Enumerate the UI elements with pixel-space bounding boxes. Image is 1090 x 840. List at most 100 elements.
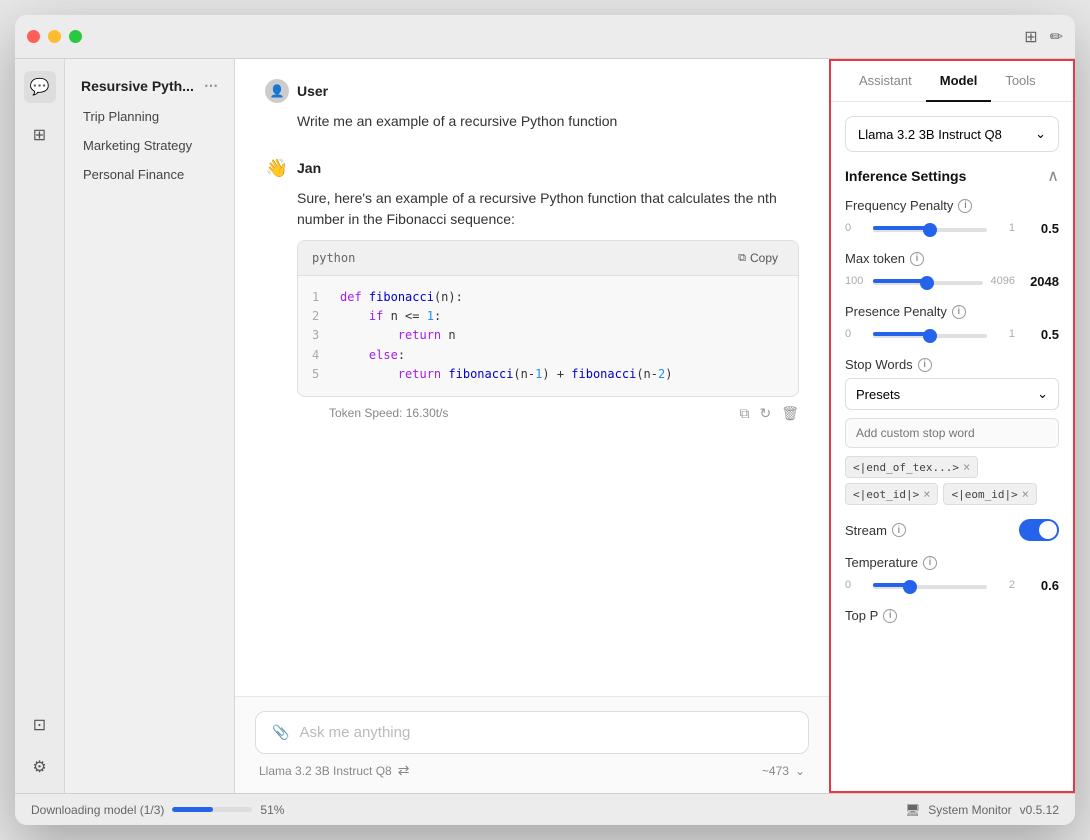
tab-model[interactable]: Model <box>926 61 992 102</box>
stream-toggle[interactable] <box>1019 519 1059 541</box>
chevron-down-icon: ⌄ <box>1035 126 1046 142</box>
stop-words-setting: Stop Words i Presets ⌄ <|end_of_tex...> … <box>845 357 1059 505</box>
title-bar-actions: ⊞ ✏ <box>1024 27 1063 47</box>
collapse-icon[interactable]: ∧ <box>1047 166 1059 186</box>
sidebar-item-trip-planning[interactable]: Trip Planning <box>73 102 226 131</box>
user-message-content: Write me an example of a recursive Pytho… <box>265 111 799 132</box>
model-selector[interactable]: Llama 3.2 3B Instruct Q8 ⌄ <box>845 116 1059 152</box>
stop-word-input[interactable] <box>845 418 1059 448</box>
expand-icon[interactable]: ⌄ <box>795 764 805 778</box>
system-monitor-label[interactable]: System Monitor <box>928 803 1011 817</box>
frequency-penalty-setting: Frequency Penalty i 0 1 0.5 <box>845 198 1059 237</box>
tab-tools[interactable]: Tools <box>991 61 1049 102</box>
sidebar-icon-bar: 💬 ⊞ ⊡ ⚙ <box>15 59 65 793</box>
model-swap-icon[interactable]: ⇄ <box>398 762 410 779</box>
selected-model-display: Llama 3.2 3B Instruct Q8 ⇄ <box>259 762 409 779</box>
edit-icon[interactable]: ✏ <box>1050 27 1063 47</box>
remove-tag-1[interactable]: × <box>963 460 970 474</box>
tab-assistant[interactable]: Assistant <box>845 61 926 102</box>
message-user: 👤 User Write me an example of a recursiv… <box>265 79 799 132</box>
top-p-label: Top P i <box>845 608 1059 623</box>
frequency-penalty-slider-row: 0 1 0.5 <box>845 219 1059 237</box>
message-assistant: 👋 Jan Sure, here's an example of a recur… <box>265 156 799 424</box>
chat-nav-icon[interactable]: 💬 <box>24 71 56 103</box>
minimize-button[interactable] <box>48 30 61 43</box>
preset-label: Presets <box>856 387 900 402</box>
max-token-slider-row: 100 4096 2048 <box>845 272 1059 290</box>
close-button[interactable] <box>27 30 40 43</box>
max-token-slider[interactable] <box>873 281 983 285</box>
chat-area: 👤 User Write me an example of a recursiv… <box>235 59 829 696</box>
sidebar-title: Resursive Pyth... <box>81 78 194 94</box>
code-line-1: 1 def fibonacci(n): <box>312 288 784 307</box>
right-panel: Assistant Model Tools Llama 3.2 3B Instr… <box>829 59 1075 793</box>
frequency-penalty-slider[interactable] <box>873 228 987 232</box>
bottom-bar: Downloading model (1/3) 51% 🖥 System Mon… <box>15 793 1075 825</box>
temperature-value: 0.6 <box>1023 578 1059 593</box>
stop-words-label: Stop Words i <box>845 357 1059 372</box>
stream-info[interactable]: i <box>892 523 906 537</box>
chat-input-area: 📎 Ask me anything Llama 3.2 3B Instruct … <box>235 696 829 793</box>
presence-penalty-info[interactable]: i <box>952 305 966 319</box>
sidebar-header: Resursive Pyth... ⋯ <box>73 69 226 102</box>
frequency-penalty-info[interactable]: i <box>958 199 972 213</box>
stream-label: Stream i <box>845 523 906 538</box>
presence-penalty-slider[interactable] <box>873 334 987 338</box>
message-header-user: 👤 User <box>265 79 799 103</box>
sidebar: 💬 ⊞ ⊡ ⚙ Resursive Pyth... ⋯ Trip Plannin… <box>15 59 235 793</box>
copy-message-icon[interactable]: ⧉ <box>739 403 749 424</box>
stream-toggle-knob <box>1039 521 1057 539</box>
download-label: Downloading model (1/3) <box>31 803 164 817</box>
regenerate-icon[interactable]: ↻ <box>759 403 771 424</box>
remove-tag-3[interactable]: × <box>1022 487 1029 501</box>
progress-percent: 51% <box>260 803 284 817</box>
top-p-info[interactable]: i <box>883 609 897 623</box>
temperature-slider-row: 0 2 0.6 <box>845 576 1059 594</box>
code-line-2: 2 if n <= 1: <box>312 307 784 326</box>
max-token-info[interactable]: i <box>910 252 924 266</box>
code-line-4: 4 else: <box>312 346 784 365</box>
max-token-label: Max token i <box>845 251 1059 266</box>
presence-penalty-max: 1 <box>995 328 1015 340</box>
grid-nav-icon[interactable]: ⊞ <box>24 119 56 151</box>
layout-icon[interactable]: ⊞ <box>1024 27 1037 47</box>
temperature-info[interactable]: i <box>923 556 937 570</box>
panel-content: Llama 3.2 3B Instruct Q8 ⌄ Inference Set… <box>831 102 1073 791</box>
settings-nav-icon[interactable]: ⚙ <box>24 751 56 783</box>
temperature-slider-wrap <box>873 576 987 594</box>
progress-bar-bg <box>172 807 252 812</box>
delete-icon[interactable]: 🗑 <box>781 403 799 424</box>
chat-input-box[interactable]: 📎 Ask me anything <box>255 711 809 754</box>
stop-word-tag-2: <|eot_id|> × <box>845 483 938 505</box>
frequency-penalty-slider-wrap <box>873 219 987 237</box>
preset-chevron-icon: ⌄ <box>1037 386 1048 402</box>
presence-penalty-slider-row: 0 1 0.5 <box>845 325 1059 343</box>
sidebar-item-personal-finance[interactable]: Personal Finance <box>73 160 226 189</box>
input-footer: Llama 3.2 3B Instruct Q8 ⇄ ~473 ⌄ <box>255 754 809 779</box>
temperature-slider[interactable] <box>873 585 987 589</box>
model-name-text: Llama 3.2 3B Instruct Q8 <box>259 764 392 778</box>
input-placeholder: Ask me anything <box>299 724 410 741</box>
presence-penalty-label: Presence Penalty i <box>845 304 1059 319</box>
attachment-icon[interactable]: 📎 <box>272 724 289 741</box>
sidebar-nav: Resursive Pyth... ⋯ Trip Planning Market… <box>65 59 234 793</box>
stop-word-tag-3: <|eom_id|> × <box>943 483 1036 505</box>
code-content: 1 def fibonacci(n): 2 if n <= 1: 3 <box>298 276 798 396</box>
remove-tag-2[interactable]: × <box>923 487 930 501</box>
top-p-setting: Top P i <box>845 608 1059 623</box>
progress-bar-fill <box>172 807 213 812</box>
user-name: User <box>297 83 328 99</box>
panel-bottom-icon[interactable]: ⊡ <box>24 709 56 741</box>
temperature-max: 2 <box>995 579 1015 591</box>
token-speed-row: Token Speed: 16.30t/s ⧉ ↻ 🗑 <box>297 403 799 424</box>
copy-button[interactable]: ⧉ Copy <box>732 249 784 267</box>
temperature-min: 0 <box>845 579 865 591</box>
maximize-button[interactable] <box>69 30 82 43</box>
temperature-label: Temperature i <box>845 555 1059 570</box>
stop-words-preset-selector[interactable]: Presets ⌄ <box>845 378 1059 410</box>
sidebar-item-marketing[interactable]: Marketing Strategy <box>73 131 226 160</box>
stop-words-info[interactable]: i <box>918 358 932 372</box>
code-header: python ⧉ Copy <box>298 241 798 276</box>
presence-penalty-setting: Presence Penalty i 0 1 0.5 <box>845 304 1059 343</box>
more-icon[interactable]: ⋯ <box>204 77 218 94</box>
